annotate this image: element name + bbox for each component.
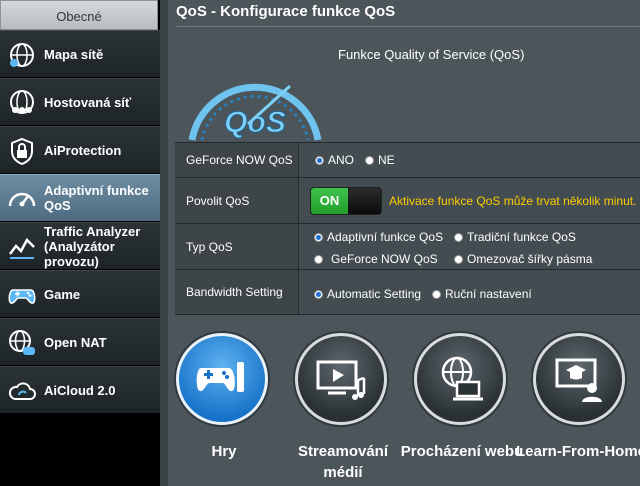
toggle-on-label: ON xyxy=(311,188,348,214)
radio-traditional-qos[interactable]: Tradiční funkce QoS xyxy=(454,230,576,244)
page-subtitle: Funkce Quality of Service (QoS) xyxy=(338,47,525,62)
setting-value: Adaptivní funkce QoS Tradiční funkce QoS… xyxy=(299,224,640,269)
media-streaming-icon xyxy=(316,360,366,400)
mode-circle[interactable] xyxy=(176,333,268,425)
setting-label: GeForce NOW QoS xyxy=(175,143,299,177)
qos-logo-text: QoS xyxy=(224,106,286,139)
radio-label: GeForce NOW QoS xyxy=(331,252,438,266)
mode-label: Learn-From-Home xyxy=(516,443,640,460)
sidebar-item-game[interactable]: Game xyxy=(0,270,160,318)
sidebar-item-guest-network[interactable]: Hostovaná síť xyxy=(0,78,160,126)
radio-bandwidth-limiter[interactable]: Omezovač šířky pásma xyxy=(454,252,592,266)
mode-label: Streamování médií xyxy=(297,443,389,481)
setting-qos-type: Typ QoS Adaptivní funkce QoS Tradiční fu… xyxy=(175,223,640,269)
sidebar-item-aicloud[interactable]: AiCloud 2.0 xyxy=(0,366,160,414)
mode-label: Hry xyxy=(211,443,237,460)
radio-dot xyxy=(454,254,463,264)
panel-divider xyxy=(160,0,168,486)
radio-dot xyxy=(454,232,463,242)
sidebar-item-label: Traffic Analyzer (Analyzátor provozu) xyxy=(44,223,141,269)
radio-dot xyxy=(314,289,323,299)
sidebar-item-open-nat[interactable]: Open NAT xyxy=(0,318,160,366)
radio-label: ANO xyxy=(328,153,355,167)
mode-circle[interactable] xyxy=(414,333,506,425)
sidebar-item-label: AiProtection xyxy=(44,142,122,158)
radio-dot xyxy=(314,232,323,242)
sidebar-item-label: Mapa sítě xyxy=(44,46,104,62)
radio-dot xyxy=(432,289,441,299)
radio-geforce-now-qos[interactable]: GeForce NOW QoS xyxy=(314,252,438,266)
traffic-chart-icon xyxy=(9,237,35,259)
radio-automatic-setting[interactable]: Automatic Setting xyxy=(314,287,421,301)
page-title: QoS - Konfigurace funkce QoS xyxy=(176,3,396,20)
sidebar-item-label: Open NAT xyxy=(44,334,107,350)
radio-manual-setting[interactable]: Ruční nastavení xyxy=(432,287,532,301)
speedometer-icon xyxy=(8,192,36,207)
globe-gamepad-icon xyxy=(9,330,35,355)
sidebar-item-adaptive-qos[interactable]: Adaptivní funkce QoS xyxy=(0,174,160,222)
cloud-icon xyxy=(8,382,36,400)
enable-qos-toggle[interactable]: ON xyxy=(310,187,382,215)
radio-label: NE xyxy=(378,153,395,167)
sidebar-item-network-map[interactable]: Mapa sítě xyxy=(0,30,160,78)
radio-label: Adaptivní funkce QoS xyxy=(327,230,444,244)
sidebar-item-label: Hostovaná síť xyxy=(44,94,132,110)
setting-label: Bandwidth Setting xyxy=(175,270,299,314)
radio-label: Ruční nastavení xyxy=(445,287,532,301)
sidebar-item-label: AiCloud 2.0 xyxy=(44,382,116,398)
setting-bandwidth: Bandwidth Setting Automatic Setting Ručn… xyxy=(175,269,640,315)
globe-network-icon xyxy=(10,43,34,67)
setting-enable-qos: Povolit QoS ON Aktivace funkce QoS může … xyxy=(175,177,640,223)
setting-value: Automatic Setting Ruční nastavení xyxy=(299,270,640,314)
mode-circle[interactable] xyxy=(295,333,387,425)
sidebar: Obecné Mapa sítě Hostovaná síť AiProtect… xyxy=(0,0,160,486)
learn-from-home-icon xyxy=(555,358,602,402)
setting-label: Typ QoS xyxy=(175,224,299,269)
gamepad-icon xyxy=(196,362,244,392)
radio-label: Automatic Setting xyxy=(327,287,422,301)
toggle-knob xyxy=(348,188,381,214)
radio-dot xyxy=(315,155,324,165)
sidebar-item-label: Adaptivní funkce QoS xyxy=(44,183,149,213)
radio-adaptive-qos[interactable]: Adaptivní funkce QoS xyxy=(314,230,443,244)
web-browsing-icon xyxy=(441,356,483,401)
sidebar-item-label: Game xyxy=(44,286,81,302)
mode-circle[interactable] xyxy=(533,333,625,425)
radio-geforce-ne[interactable]: NE xyxy=(365,153,395,167)
mode-label: Procházení webu xyxy=(400,443,524,460)
sidebar-item-traffic-analyzer[interactable]: Traffic Analyzer (Analyzátor provozu) xyxy=(0,222,160,270)
radio-label: Tradiční funkce QoS xyxy=(467,230,576,244)
radio-dot xyxy=(314,254,323,264)
setting-geforce-now: GeForce NOW QoS ANO NE xyxy=(175,142,640,177)
radio-label: Omezovač šířky pásma xyxy=(467,252,593,266)
gamepad-icon xyxy=(8,289,36,304)
guest-network-icon xyxy=(10,90,34,114)
title-divider xyxy=(176,26,640,27)
radio-dot xyxy=(365,155,374,165)
sidebar-item-aiprotection[interactable]: AiProtection xyxy=(0,126,160,174)
setting-value: ANO NE xyxy=(299,143,640,177)
radio-geforce-ano[interactable]: ANO xyxy=(315,153,354,167)
setting-label: Povolit QoS xyxy=(175,178,299,223)
qos-gauge-logo: QoS xyxy=(188,83,322,141)
sidebar-header: Obecné xyxy=(0,0,158,30)
enable-qos-note: Aktivace funkce QoS může trvat několik m… xyxy=(389,193,637,208)
lock-shield-icon xyxy=(11,137,33,166)
